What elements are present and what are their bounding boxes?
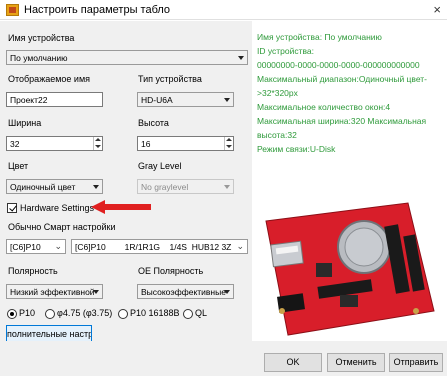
- app-icon: [6, 4, 19, 16]
- pitch-radio-p10-16188b[interactable]: [118, 309, 128, 319]
- dropdown-arrow-icon: [224, 98, 230, 102]
- info-line: >32*320px: [257, 88, 298, 98]
- polarity-label: Полярность: [8, 266, 58, 276]
- smart-preset-value: [C6]P10: [10, 242, 41, 252]
- close-icon[interactable]: ×: [433, 2, 441, 17]
- oe-polarity-select[interactable]: Высокоэффективные: [137, 284, 234, 299]
- width-label: Ширина: [8, 118, 42, 128]
- window-title: Настроить параметры табло: [24, 4, 171, 16]
- red-arrow-icon: [91, 200, 151, 214]
- color-select[interactable]: Одиночный цвет: [6, 179, 103, 194]
- device-type-select[interactable]: HD-U6A: [137, 92, 234, 107]
- dropdown-arrow-icon: [93, 185, 99, 189]
- board-label: U6A: [414, 320, 430, 329]
- pitch-label-ql: QL: [195, 308, 208, 318]
- polarity-value: Низкий эффективной: [10, 287, 95, 297]
- polarity-select[interactable]: Низкий эффективной: [6, 284, 103, 299]
- device-type-value: HD-U6A: [141, 95, 173, 105]
- hardware-settings-label: Hardware Settings: [20, 203, 95, 213]
- smart-detail-select[interactable]: [C6]P10 1R/1R1G 1/4S HUB12 3Z ⌄: [71, 239, 248, 254]
- device-name-value: По умолчанию: [10, 53, 68, 63]
- display-name-input[interactable]: Проект22: [6, 92, 103, 107]
- pitch-label-p10: P10: [19, 308, 36, 318]
- pitch-radio-475[interactable]: [45, 309, 55, 319]
- chevron-down-icon: ⌄: [54, 241, 62, 251]
- gray-level-label: Gray Level: [138, 161, 182, 171]
- dropdown-arrow-icon: [93, 290, 99, 294]
- dropdown-arrow-icon: [224, 185, 230, 189]
- height-label: Высота: [138, 118, 169, 128]
- spin-arrows-icon[interactable]: [224, 137, 233, 150]
- device-type-label: Тип устройства: [138, 74, 202, 84]
- info-line: Максимальный диапазон:Одиночный цвет-: [257, 74, 428, 84]
- info-line: Максимальная ширина:320 Максимальная: [257, 116, 427, 126]
- smart-detail-value: [C6]P10 1R/1R1G 1/4S HUB12 3Z: [75, 242, 232, 252]
- pitch-radio-ql[interactable]: [183, 309, 193, 319]
- width-value: 32: [10, 139, 20, 149]
- smart-preset-select[interactable]: [C6]P10 ⌄: [6, 239, 66, 254]
- pitch-label-p10-16188b: P10 16188B: [130, 308, 180, 318]
- controller-board-image: U6A: [265, 202, 435, 336]
- gray-level-select[interactable]: No graylevel: [137, 179, 234, 194]
- width-stepper[interactable]: 32: [6, 136, 103, 151]
- smart-settings-label: Обычно Смарт настройки: [8, 222, 116, 232]
- title-bar: Настроить параметры табло ×: [0, 0, 447, 20]
- info-line: Имя устройства: По умолчанию: [257, 32, 382, 42]
- display-name-value: Проект22: [10, 95, 48, 105]
- info-line: Режим связи:U-Disk: [257, 144, 336, 154]
- hardware-settings-checkbox[interactable]: [7, 203, 17, 213]
- oe-polarity-label: OE Полярность: [138, 266, 204, 276]
- height-stepper[interactable]: 16: [137, 136, 234, 151]
- device-name-label: Имя устройства: [8, 33, 75, 43]
- info-line: ID устройства:: [257, 46, 315, 56]
- send-button[interactable]: Отправить: [389, 353, 443, 372]
- height-value: 16: [141, 139, 151, 149]
- display-name-label: Отображаемое имя: [8, 74, 91, 84]
- ok-button[interactable]: OK: [264, 353, 322, 372]
- oe-polarity-value: Высокоэффективные: [141, 287, 226, 297]
- cancel-button[interactable]: Отменить: [327, 353, 385, 372]
- info-line: высота:32: [257, 130, 297, 140]
- dropdown-arrow-icon: [238, 56, 244, 60]
- info-line: 00000000-0000-0000-0000-000000000000: [257, 60, 420, 70]
- chevron-down-icon: ⌄: [236, 241, 244, 251]
- color-value: Одиночный цвет: [10, 182, 76, 192]
- dropdown-arrow-icon: [224, 290, 230, 294]
- pitch-label-475: φ4.75 (φ3.75): [57, 308, 113, 318]
- device-name-select[interactable]: По умолчанию: [6, 50, 248, 65]
- info-line: Максимальное количество окон:4: [257, 102, 391, 112]
- gray-level-value: No graylevel: [141, 182, 189, 192]
- pitch-radio-p10[interactable]: [7, 309, 17, 319]
- spin-arrows-icon[interactable]: [93, 137, 102, 150]
- color-label: Цвет: [8, 161, 29, 171]
